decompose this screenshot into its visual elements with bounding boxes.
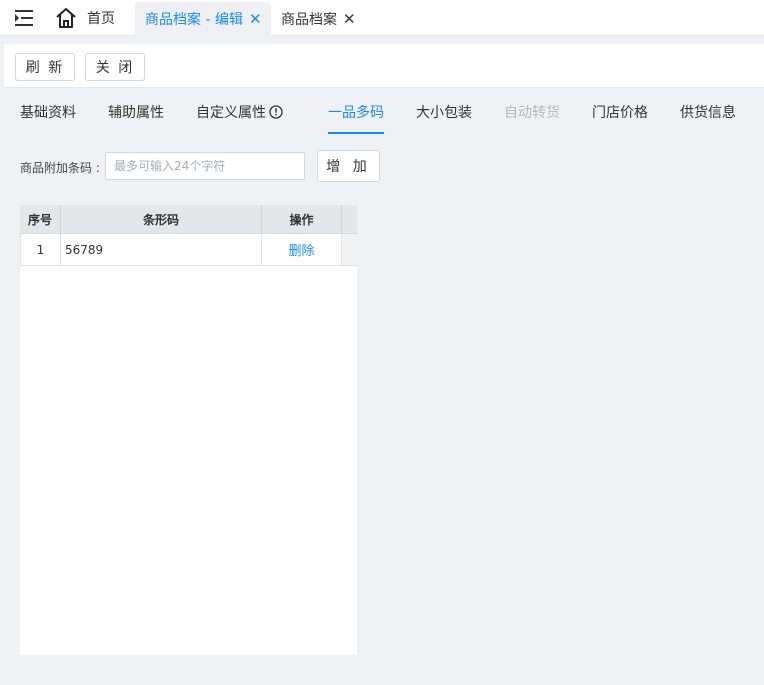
tab-label: 大小包装: [416, 105, 472, 121]
tab-custom-attributes[interactable]: 自定义属性: [196, 102, 283, 134]
cell-seq: 1: [20, 234, 61, 265]
info-icon: [269, 105, 283, 119]
barcode-label: 商品附加条码 :: [20, 161, 100, 175]
header-scroll-spacer: [342, 205, 357, 234]
tab-label: 门店价格: [592, 105, 648, 121]
tab-product-list[interactable]: 商品档案 ✕: [281, 2, 356, 36]
detail-tabs: 基础资料 辅助属性 自定义属性 一品多码 大小包装 自动转货 门店价格 供货信息: [0, 88, 764, 134]
home-label: 首页: [87, 11, 115, 27]
tab-multi-barcode[interactable]: 一品多码: [328, 102, 384, 134]
menu-collapse-icon[interactable]: [14, 9, 36, 27]
tab-package-size[interactable]: 大小包装: [416, 102, 472, 134]
tab-label: 自动转货: [504, 105, 560, 121]
tab-supply-info[interactable]: 供货信息: [680, 102, 736, 134]
tab-label: 商品档案: [281, 12, 337, 28]
home-tab[interactable]: 首页: [54, 6, 115, 30]
tab-basic-info[interactable]: 基础资料: [20, 102, 76, 134]
tab-product-edit[interactable]: 商品档案 - 编辑 ✕: [135, 2, 271, 36]
tab-label: 基础资料: [20, 105, 76, 121]
tab-label: 一品多码: [328, 105, 384, 121]
tab-label: 商品档案 - 编辑: [145, 12, 243, 28]
column-header-seq: 序号: [20, 205, 61, 234]
table-row: 1 56789 删除: [20, 234, 357, 266]
tab-store-price[interactable]: 门店价格: [592, 102, 648, 134]
column-header-action: 操作: [262, 205, 342, 234]
row-scroll-spacer: [342, 234, 357, 265]
cell-barcode: 56789: [61, 234, 262, 265]
home-icon: [56, 8, 76, 28]
column-header-barcode: 条形码: [61, 205, 262, 234]
tab-aux-attributes[interactable]: 辅助属性: [108, 102, 164, 134]
refresh-button[interactable]: 刷 新: [15, 53, 75, 81]
close-button[interactable]: 关 闭: [85, 53, 145, 81]
action-toolbar: 刷 新 关 闭: [4, 44, 764, 88]
tab-label: 辅助属性: [108, 105, 164, 121]
top-tab-bar: 首页 商品档案 - 编辑 ✕ 商品档案 ✕: [0, 0, 764, 36]
tab-label: 自定义属性: [196, 105, 266, 121]
tab-label: 供货信息: [680, 105, 736, 121]
table-header: 序号 条形码 操作: [20, 205, 357, 234]
tab-auto-transfer: 自动转货: [504, 102, 560, 134]
delete-link[interactable]: 删除: [262, 234, 342, 265]
close-icon[interactable]: ✕: [249, 11, 262, 27]
close-icon[interactable]: ✕: [343, 11, 356, 27]
barcode-input[interactable]: [105, 152, 305, 180]
add-barcode-button[interactable]: 增 加: [317, 150, 380, 182]
barcode-table: 序号 条形码 操作 1 56789 删除: [20, 205, 357, 655]
